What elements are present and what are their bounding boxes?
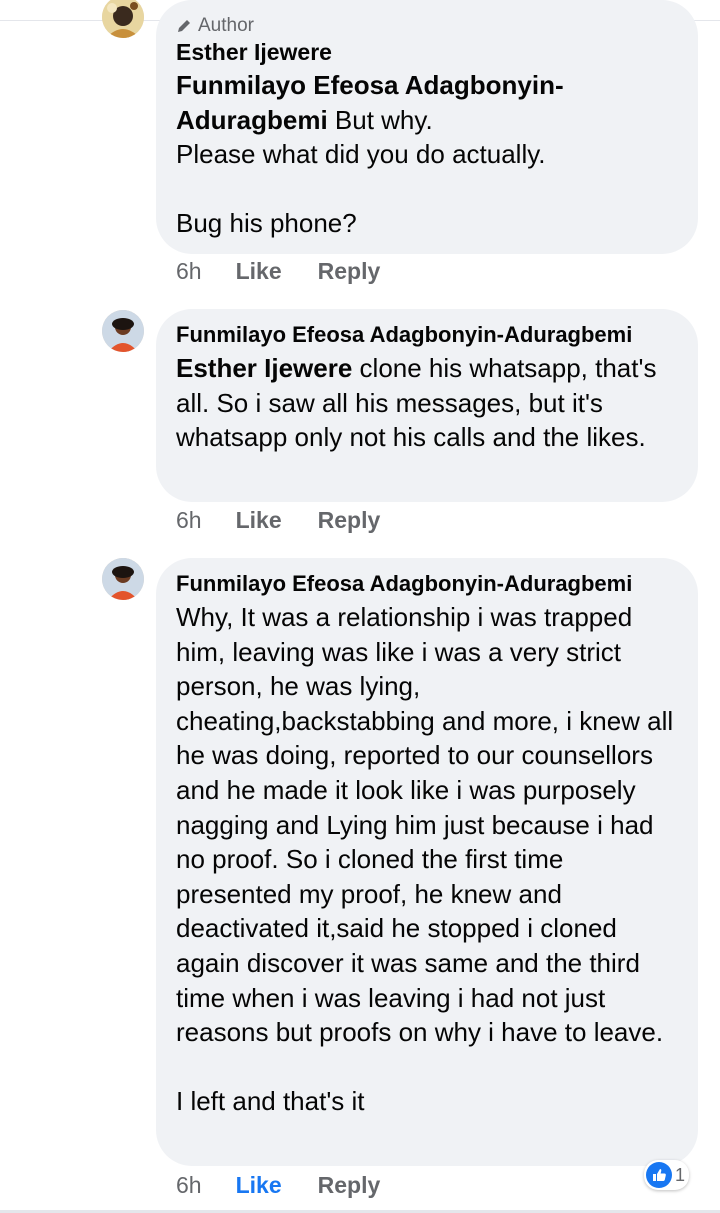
comment-time[interactable]: 6h — [176, 258, 202, 285]
comment-thread: Author Esther Ijewere Funmilayo Efeosa A… — [0, 0, 720, 1213]
author-badge-label: Author — [198, 15, 254, 36]
avatar-image-icon — [102, 0, 144, 38]
comment-actions: 6h Like Reply — [176, 258, 380, 285]
reply-button[interactable]: Reply — [318, 507, 381, 534]
avatar-image-icon — [102, 310, 144, 352]
author-badge: Author — [176, 16, 678, 36]
avatar-image-icon — [102, 558, 144, 600]
comment-author[interactable]: Funmilayo Efeosa Adagbonyin-Aduragbemi — [176, 568, 678, 600]
mention-link[interactable]: Esther Ijewere — [176, 353, 352, 383]
comment-bubble: Funmilayo Efeosa Adagbonyin-Aduragbemi E… — [156, 309, 698, 502]
comment-text: Funmilayo Efeosa Adagbonyin-Aduragbemi B… — [176, 68, 678, 241]
comment-bubble: Author Esther Ijewere Funmilayo Efeosa A… — [156, 0, 698, 254]
comment-actions: 6h Like Reply — [176, 1172, 380, 1199]
reaction-count: 1 — [675, 1164, 686, 1185]
comment-text: Esther Ijewere clone his whatsapp, that'… — [176, 351, 678, 455]
reply-button[interactable]: Reply — [318, 258, 381, 285]
comment-bubble: Funmilayo Efeosa Adagbonyin-Aduragbemi W… — [156, 558, 698, 1166]
like-button[interactable]: Like — [236, 258, 282, 285]
comment-author[interactable]: Funmilayo Efeosa Adagbonyin-Aduragbemi — [176, 319, 678, 351]
avatar[interactable] — [102, 310, 144, 352]
avatar[interactable] — [102, 0, 144, 38]
like-button[interactable]: Like — [236, 507, 282, 534]
like-button[interactable]: Like — [236, 1172, 282, 1199]
thumbs-up-icon — [646, 1162, 672, 1188]
pencil-icon — [178, 20, 190, 32]
comment-author[interactable]: Esther Ijewere — [176, 36, 678, 68]
avatar[interactable] — [102, 558, 144, 600]
reply-button[interactable]: Reply — [318, 1172, 381, 1199]
comment-time[interactable]: 6h — [176, 1172, 202, 1199]
comment-actions: 6h Like Reply — [176, 507, 380, 534]
reaction-summary[interactable]: 1 — [644, 1160, 690, 1190]
comment-body: Why, It was a relationship i was trapped… — [176, 602, 674, 1117]
comment-time[interactable]: 6h — [176, 507, 202, 534]
